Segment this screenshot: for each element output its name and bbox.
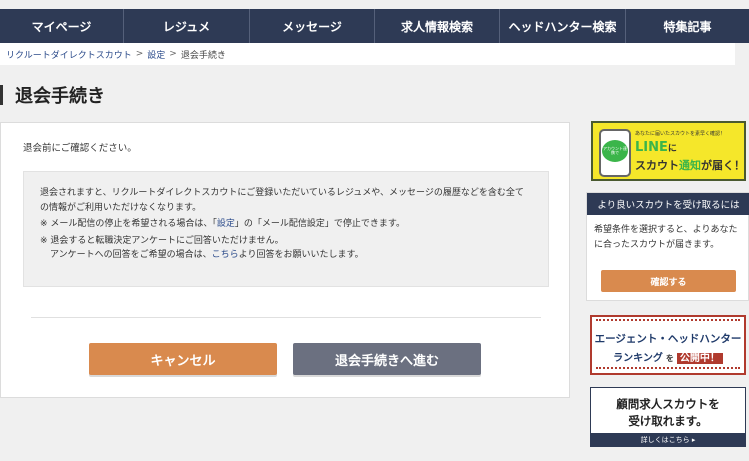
notice-survey: ※ 退会すると転職決定アンケートにご回答いただけません。 [40,235,284,246]
notice-text: アンケートへの回答をご希望の場合は、 [50,250,212,261]
main-nav: マイページ レジュメ メッセージ 求人情報検索 ヘッドハンター検索 特集記事 [0,9,749,43]
breadcrumb-separator: > [169,49,177,59]
page-title-wrap: 退会手続き [0,82,105,108]
notice-word: 通知 [679,159,701,172]
dotted-border [596,319,740,321]
dotted-border [596,367,740,369]
scout-box-heading: より良いスカウトを受け取るには [587,193,749,215]
notice-text: ※ メール配信の停止を希望される場合は、「 [40,219,217,230]
settings-link[interactable]: 設定 [217,219,235,229]
notice-text: 」の「メール配信設定」で停止できます。 [234,219,406,230]
scout-word: スカウト [635,159,679,172]
advisor-scout-banner[interactable]: 顧問求人スカウトを 受け取れます。 詳しくはこちら ▸ [590,387,746,447]
withdrawal-card: 退会前にご確認ください。 退会されますと、リクルートダイレクトスカウトにご登録い… [0,122,570,398]
breadcrumb-settings[interactable]: 設定 [147,48,165,61]
confirm-conditions-button[interactable]: 確認する [601,270,736,292]
public-badge: 公開中！ [676,353,723,364]
advisor-banner-line2: 受け取れます。 [628,414,708,428]
banner-line-text: LINEに [635,140,677,155]
title-accent-bar [0,85,3,105]
breadcrumb-separator: > [135,49,144,59]
notice-box: 退会されますと、リクルートダイレクトスカウトにご登録いただいているレジュメや、メ… [23,171,549,287]
banner-particle: を [665,354,674,363]
top-strip [0,0,749,9]
intro-text: 退会前にご確認ください。 [23,143,137,154]
line-notification-banner[interactable]: アカウント連携で あなたに届いたスカウトを素早く確認！ LINEに スカウト通知… [591,121,746,181]
proceed-withdrawal-button[interactable]: 退会手続きへ進む [293,343,481,375]
agent-banner-line1: エージェント・ヘッドハンター [594,333,742,345]
notice-mail-setting: ※ メール配信の停止を希望される場合は、「設定」の「メール配信設定」で停止できま… [40,217,532,232]
banner-scout-text: スカウト通知が届く！ [635,157,745,173]
notice-survey-link-line: アンケートへの回答をご希望の場合は、こちらより回答をお願いいたします。 [40,248,532,263]
breadcrumb-home[interactable]: リクルートダイレクトスカウト [6,48,132,61]
nav-item-features[interactable]: 特集記事 [626,9,749,43]
banner-suffix: が届く！ [701,159,745,172]
agent-ranking-banner[interactable]: エージェント・ヘッドハンター ランキングを公開中！ [590,315,746,375]
agent-banner-line2: ランキングを公開中！ [592,349,744,364]
banner-small-text: あなたに届いたスカウトを素早く確認！ [635,131,726,137]
nav-item-messages[interactable]: メッセージ [250,9,375,43]
breadcrumb-current: 退会手続き [180,50,226,61]
advisor-banner-details-link[interactable]: 詳しくはこちら ▸ [591,433,745,446]
nav-item-job-search[interactable]: 求人情報検索 [375,9,500,43]
page-title: 退会手続き [15,86,105,107]
notice-paragraph: 退会されますと、リクルートダイレクトスカウトにご登録いただいているレジュメや、メ… [40,188,524,213]
notice-text: より回答をお願いいたします。 [238,250,364,261]
ranking-word: ランキング [613,353,663,364]
advisor-banner-line1: 顧問求人スカウトを [616,397,720,411]
survey-link[interactable]: こちら [212,250,239,260]
nav-item-mypage[interactable]: マイページ [0,9,124,43]
banner-particle: に [667,144,677,154]
better-scout-box: より良いスカウトを受け取るには 希望条件を選択すると、よりあなたに合ったスカウト… [586,192,749,301]
cancel-button[interactable]: キャンセル [89,343,277,375]
nav-item-resume[interactable]: レジュメ [124,9,250,43]
line-bubble-icon: アカウント連携で [602,140,628,162]
scout-box-text: 希望条件を選択すると、よりあなたに合ったスカウトが届きます。 [594,225,738,250]
line-word: LINE [635,140,668,155]
nav-item-headhunter-search[interactable]: ヘッドハンター検索 [500,9,626,43]
breadcrumb: リクルートダイレクトスカウト > 設定 > 退会手続き [0,43,735,65]
divider [31,317,541,318]
